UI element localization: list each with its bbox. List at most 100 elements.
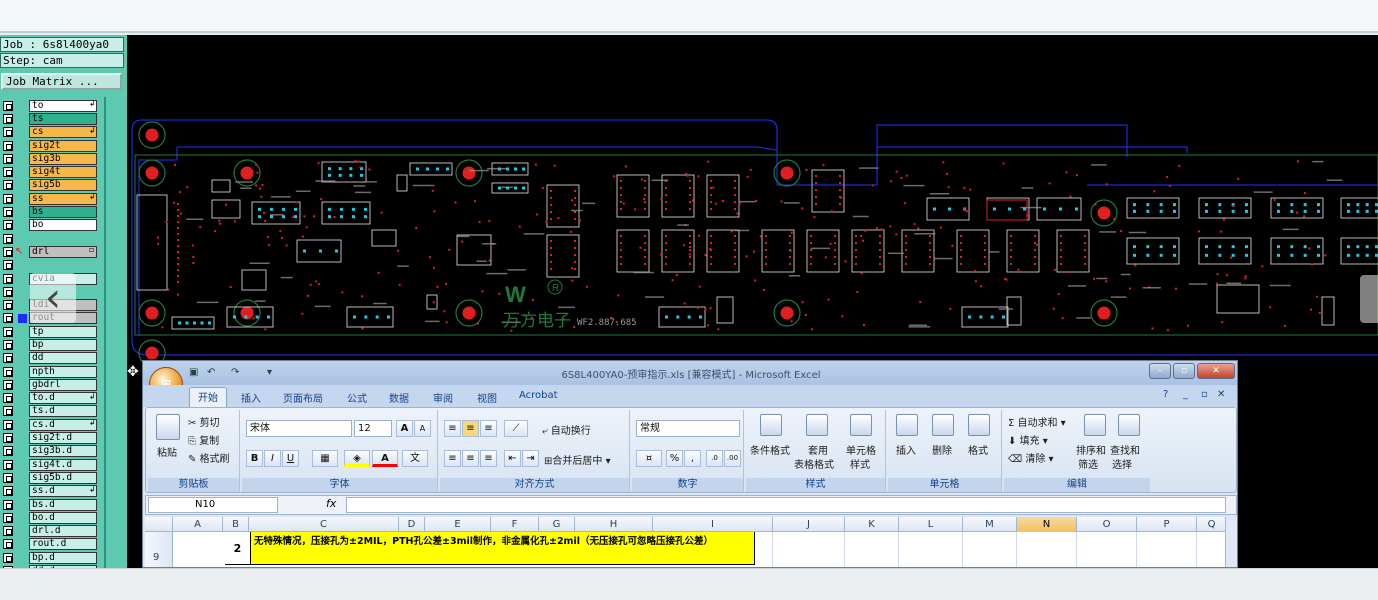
column-header-l[interactable]: L [899,517,963,532]
column-header-h[interactable]: H [575,517,653,532]
cell-styles-label-2[interactable]: 样式 [850,456,870,471]
layer-row[interactable]: sig5b.d [3,471,101,484]
insert-cells-icon[interactable] [896,414,918,436]
column-header-g[interactable]: G [539,517,575,532]
ribbon-close-icon[interactable]: ✕ [1217,389,1225,400]
layer-checkbox[interactable] [3,326,13,337]
layer-scrollbar[interactable] [104,97,124,568]
layer-name[interactable] [29,259,97,272]
layer-checkbox[interactable] [3,153,13,164]
layer-checkbox[interactable] [3,207,13,218]
layer-name[interactable] [29,232,97,245]
cell-b9[interactable]: 2 [225,532,251,565]
clear-button[interactable]: ⌫ 清除 ▾ [1008,450,1054,465]
font-size-combo[interactable]: 12 [354,420,392,437]
layer-name[interactable]: drl [29,245,97,258]
layer-checkbox[interactable] [3,459,13,470]
layer-checkbox[interactable] [3,486,13,497]
wrap-text-button[interactable]: ⤶ 自动换行 [542,422,591,437]
layer-row[interactable]: ss.d ↲ [3,485,101,498]
column-header-e[interactable]: E [425,517,491,532]
layer-row[interactable]: ts [3,112,101,125]
layer-checkbox[interactable] [3,286,13,297]
layer-row[interactable]: rout.d [3,538,101,551]
bold-button[interactable]: B [246,450,263,467]
layer-row[interactable]: bp.d [3,551,101,564]
conditional-format-button[interactable]: 条件格式 [750,442,790,457]
layer-row[interactable]: npth [3,365,101,378]
layer-checkbox[interactable] [3,246,13,257]
layer-checkbox[interactable] [3,393,13,404]
format-cells-icon[interactable] [968,414,990,436]
italic-button[interactable]: I [264,450,281,467]
column-header-n[interactable]: N [1017,517,1077,532]
layer-name[interactable]: sig2t [29,139,97,152]
layer-row[interactable]: to.d ↲ [3,392,101,405]
layer-row[interactable]: bs.d [3,498,101,511]
layer-name[interactable]: ss.d [29,485,97,498]
layer-checkbox[interactable] [3,366,13,377]
layer-name[interactable]: bp.d [29,551,97,564]
layer-checkbox[interactable] [3,193,13,204]
layer-row[interactable] [3,259,101,272]
align-bottom-icon[interactable]: ≡ [480,420,497,437]
delete-cells-icon[interactable] [932,414,954,436]
layer-row[interactable]: sig4t.d [3,458,101,471]
cut-button[interactable]: ✂ 剪切 [188,414,220,429]
layer-checkbox[interactable] [3,180,13,191]
autosum-button[interactable]: Σ 自动求和 ▾ [1008,414,1066,429]
fill-color-icon[interactable]: ◈ [344,450,370,467]
prev-arrow-icon[interactable]: ‹ [30,273,76,323]
font-name-combo[interactable]: 宋体 [246,420,352,437]
decrease-indent-icon[interactable]: ⇤ [504,450,521,467]
font-color-icon[interactable]: A [372,450,398,467]
layer-checkbox[interactable] [3,379,13,390]
border-icon[interactable]: ▦ [312,450,338,467]
tab-2[interactable]: 页面布局 [275,389,331,406]
layer-name[interactable]: sig5b [29,179,97,192]
layer-name[interactable]: sig5b.d [29,471,97,484]
table-format-icon[interactable] [806,414,828,436]
layer-checkbox[interactable] [3,313,13,324]
fx-icon[interactable]: fx [326,497,336,510]
layer-row[interactable]: sig5b [3,179,101,192]
align-right-icon[interactable]: ≡ [480,450,497,467]
sort-filter-label-1[interactable]: 排序和 [1076,442,1106,457]
layer-name[interactable]: to.d [29,392,97,405]
layer-checkbox[interactable] [3,233,13,244]
layer-checkbox[interactable] [3,419,13,430]
table-format-label-1[interactable]: 套用 [808,442,828,457]
layer-checkbox[interactable] [3,512,13,523]
layer-name[interactable]: sig3b [29,152,97,165]
layer-name[interactable]: drl.d [29,525,97,538]
format-painter-button[interactable]: ✎ 格式刷 [188,450,230,465]
increase-decimal-icon[interactable]: .0 [706,450,723,467]
layer-name[interactable]: ts [29,112,97,125]
layer-row[interactable]: ts.d [3,405,101,418]
column-header-o[interactable]: O [1077,517,1137,532]
paste-button[interactable]: 粘贴 [157,444,177,459]
column-header-c[interactable]: C [249,517,399,532]
column-header-j[interactable]: J [773,517,845,532]
layer-row[interactable]: sig2t.d [3,431,101,445]
select-all-corner[interactable] [145,517,173,532]
layer-checkbox[interactable] [3,446,13,457]
next-arrow-icon[interactable] [1360,275,1378,323]
column-header-q[interactable]: Q [1197,517,1227,532]
help-icon[interactable]: ? [1163,389,1168,400]
layer-name[interactable]: cs.d [29,418,97,431]
layer-row[interactable]: dd [3,352,101,365]
close-button[interactable]: ✕ [1197,363,1235,379]
column-header-i[interactable]: I [653,517,773,532]
find-select-label-1[interactable]: 查找和 [1110,442,1140,457]
tab-5[interactable]: 审阅 [425,389,461,406]
percent-button[interactable]: % [666,450,683,467]
layer-name[interactable]: bs [29,206,97,219]
column-header-f[interactable]: F [491,517,539,532]
column-header-a[interactable]: A [173,517,223,532]
layer-row[interactable]: gbdrl [3,378,101,391]
job-matrix-button[interactable]: Job Matrix ... [1,73,122,90]
align-left-icon[interactable]: ≡ [444,450,461,467]
layer-name[interactable]: cs [29,126,97,139]
comma-button[interactable]: , [684,450,701,467]
